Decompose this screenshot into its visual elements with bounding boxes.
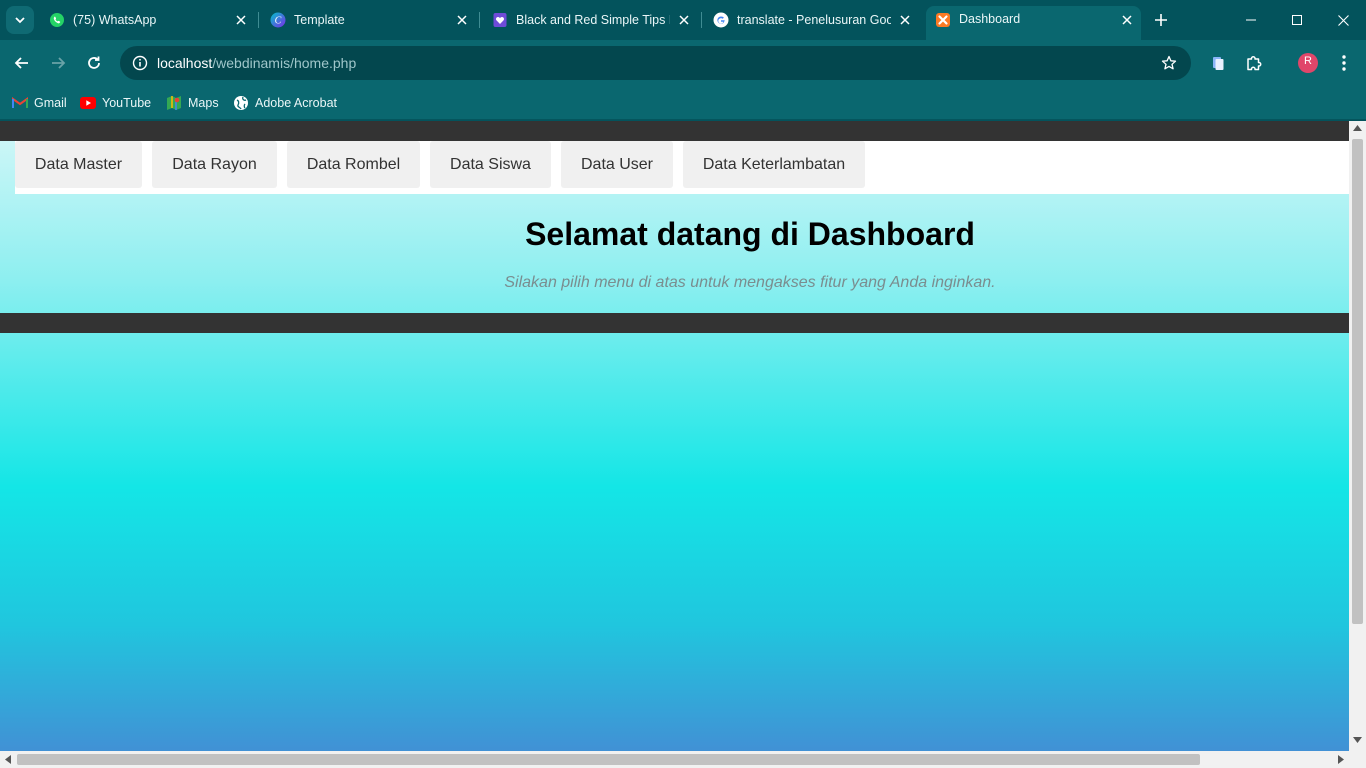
page-title: Selamat datang di Dashboard — [525, 216, 975, 252]
canva-icon: C — [270, 12, 286, 28]
bookmark-gmail[interactable]: Gmail — [12, 92, 67, 114]
svg-text:C: C — [275, 16, 282, 27]
maps-icon — [166, 95, 182, 111]
nav-data-user[interactable]: Data User — [561, 141, 673, 188]
new-tab-button[interactable] — [1149, 8, 1173, 32]
bookmark-label: YouTube — [102, 96, 152, 110]
scroll-right-icon[interactable] — [1338, 755, 1344, 764]
arrow-right-icon — [52, 57, 66, 69]
tab-separator — [258, 12, 259, 28]
heart-doc-icon — [492, 12, 508, 28]
bookmark-maps[interactable]: Maps — [166, 92, 219, 114]
whatsapp-icon — [49, 12, 65, 28]
tab-template[interactable]: C Template — [261, 6, 476, 34]
tab-separator — [479, 12, 480, 28]
minimize-button[interactable] — [1228, 0, 1274, 40]
vertical-scrollbar[interactable] — [1349, 121, 1366, 751]
maximize-button[interactable] — [1274, 0, 1320, 40]
document-icon — [1213, 57, 1224, 70]
chevron-down-icon — [15, 17, 25, 24]
main-nav: Data Master Data Rayon Data Rombel Data … — [15, 141, 1349, 194]
scroll-up-icon[interactable] — [1353, 125, 1362, 131]
scroll-left-icon[interactable] — [5, 755, 11, 764]
xampp-icon — [935, 12, 951, 28]
tab-strip: (75) WhatsApp C Template Black and Red S… — [0, 0, 1366, 40]
bookmark-star-icon[interactable] — [1157, 51, 1181, 75]
close-icon[interactable] — [897, 12, 913, 28]
tab-separator — [701, 12, 702, 28]
profile-button[interactable]: R — [1294, 49, 1322, 77]
address-bar[interactable]: localhost/webdinamis/home.php — [120, 46, 1191, 80]
tab-whatsapp[interactable]: (75) WhatsApp — [40, 6, 255, 34]
puzzle-icon — [1247, 56, 1262, 71]
close-icon[interactable] — [233, 12, 249, 28]
close-icon[interactable] — [1119, 12, 1135, 28]
horizontal-scrollbar[interactable] — [0, 751, 1366, 768]
page-subtitle: Silakan pilih menu di atas untuk mengaks… — [504, 274, 996, 291]
menu-button[interactable] — [1330, 49, 1358, 77]
scroll-down-icon[interactable] — [1353, 737, 1362, 743]
youtube-icon — [80, 95, 96, 111]
nav-data-rayon[interactable]: Data Rayon — [152, 141, 277, 188]
kebab-menu-icon — [1342, 55, 1346, 71]
reload-icon — [88, 56, 100, 69]
browser-toolbar: localhost/webdinamis/home.php R — [0, 40, 1366, 86]
close-icon — [1337, 14, 1349, 26]
bookmarks-bar: Gmail YouTube Maps Adobe Acrobat — [0, 86, 1366, 120]
horizontal-scroll-thumb[interactable] — [17, 754, 1200, 765]
url-path: /webdinamis/home.php — [212, 55, 357, 71]
url-text: localhost/webdinamis/home.php — [157, 55, 356, 71]
tab-title: (75) WhatsApp — [73, 13, 157, 27]
vertical-scroll-thumb[interactable] — [1352, 139, 1363, 624]
nav-data-rombel[interactable]: Data Rombel — [287, 141, 420, 188]
bookmark-label: Gmail — [34, 96, 67, 110]
reading-list-button[interactable] — [1204, 49, 1232, 77]
back-button[interactable] — [8, 49, 36, 77]
reload-button[interactable] — [80, 49, 108, 77]
site-info-icon[interactable] — [128, 51, 152, 75]
google-icon — [713, 12, 729, 28]
bookmark-adobe-acrobat[interactable]: Adobe Acrobat — [233, 92, 337, 114]
tab-title: translate - Penelusuran Goo — [737, 13, 891, 27]
tab-search-button[interactable] — [6, 6, 34, 34]
forward-button[interactable] — [44, 49, 72, 77]
minimize-icon — [1246, 19, 1256, 21]
nav-data-keterlambatan[interactable]: Data Keterlambatan — [683, 141, 865, 188]
extensions-button[interactable] — [1240, 49, 1268, 77]
tab-title: Dashboard — [959, 12, 1021, 26]
profile-initial: R — [1304, 55, 1312, 67]
maximize-icon — [1292, 15, 1302, 25]
bookmark-label: Adobe Acrobat — [255, 96, 338, 110]
plus-icon — [1155, 14, 1167, 26]
bookmark-youtube[interactable]: YouTube — [80, 92, 151, 114]
close-icon[interactable] — [454, 12, 470, 28]
url-host: localhost — [157, 55, 213, 71]
gmail-icon — [12, 95, 28, 111]
divider-bar — [0, 313, 1349, 333]
tab-title: Black and Red Simple Tips H — [516, 13, 670, 27]
globe-icon — [233, 95, 249, 111]
nav-data-master[interactable]: Data Master — [15, 141, 142, 188]
arrow-left-icon — [14, 57, 28, 69]
window-close-button[interactable] — [1320, 0, 1366, 40]
close-icon[interactable] — [676, 12, 692, 28]
nav-data-siswa[interactable]: Data Siswa — [430, 141, 551, 188]
bookmark-label: Maps — [188, 96, 219, 110]
tab-dashboard[interactable]: Dashboard — [926, 6, 1141, 40]
header-bar — [0, 121, 1349, 141]
page-viewport: Data Master Data Rayon Data Rombel Data … — [0, 121, 1349, 751]
tab-title: Template — [294, 13, 345, 27]
tab-black-red-tips[interactable]: Black and Red Simple Tips H — [483, 6, 698, 34]
tab-translate-search[interactable]: translate - Penelusuran Goo — [704, 6, 919, 34]
